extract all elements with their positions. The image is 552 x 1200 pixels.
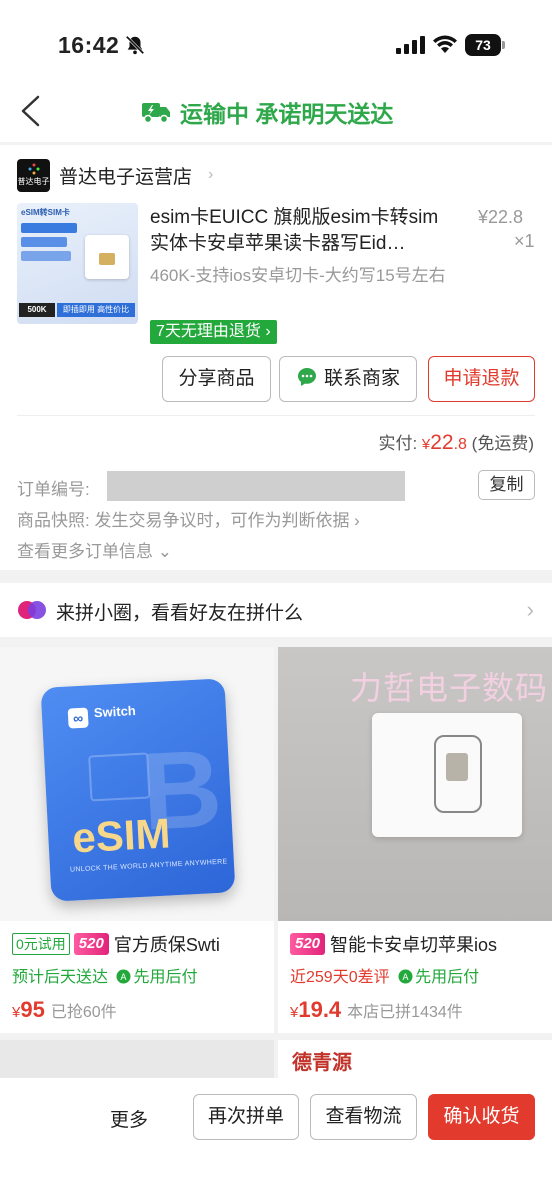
bell-muted-icon — [125, 35, 145, 55]
delivery-estimate: 预计后天送达 — [12, 969, 109, 986]
chevron-right-icon: › — [208, 166, 214, 183]
truck-icon — [142, 103, 170, 124]
recommended-product-subtitle: 预计后天送达 A 先用后付 — [12, 963, 197, 987]
sim-card-illustration — [372, 713, 522, 837]
free-trial-tag: 0元试用 — [12, 933, 70, 955]
card-main-text: eSIM — [71, 809, 172, 862]
recommended-product-title: 0元试用 520 官方质保Swti — [12, 931, 268, 957]
nav-title-text: 运输中 承诺明天送达 — [180, 101, 394, 127]
thumb-500k: 500K — [19, 303, 55, 317]
product-spec: 460K-支持ios安卓切卡-大约写15号左右 — [150, 266, 446, 285]
more-order-info-link[interactable]: 查看更多订单信息 ⌄ — [17, 537, 172, 562]
product-title[interactable]: esim卡EUICC 旗舰版esim卡转sim实体卡安卓苹果读卡器写Eid… — [150, 205, 450, 257]
battery-icon: 73 — [465, 34, 505, 56]
battery-level: 73 — [465, 34, 501, 56]
promo-520-tag: 520 — [290, 933, 326, 955]
chat-icon — [297, 368, 316, 386]
product-quantity: ×1 — [514, 231, 535, 251]
shipping-note: (免运费) — [466, 434, 534, 453]
product-price: ¥22.8 — [478, 207, 524, 227]
switch-logo-icon: ∞ — [67, 707, 89, 729]
shop-name[interactable]: 普达电子运营店 — [59, 162, 192, 189]
back-arrow-icon[interactable] — [18, 94, 44, 128]
sold-count: 已抢60件 — [50, 1004, 117, 1021]
contact-seller-button[interactable]: 联系商家 — [279, 356, 417, 402]
wifi-icon — [433, 35, 457, 53]
contact-seller-label: 联系商家 — [323, 368, 400, 389]
request-refund-button[interactable]: 申请退款 — [428, 356, 535, 402]
price-value: 19.4 — [298, 997, 342, 1022]
pay-later-text: 先用后付 — [415, 969, 480, 986]
paid-integer: 22 — [430, 431, 454, 454]
pay-later-text: 先用后付 — [133, 969, 198, 986]
rebuy-button[interactable]: 再次拼单 — [193, 1094, 299, 1140]
chevron-right-icon: › — [526, 597, 534, 622]
copy-order-number-button[interactable]: 复制 — [478, 470, 535, 500]
recommended-product-image: 力哲电子数码 — [278, 647, 552, 921]
friend-circle-icon — [18, 601, 46, 619]
friend-circle-row[interactable]: 来拼小圈，看看好友在拼什么 › — [0, 583, 552, 637]
paid-amount: 实付: ¥22.8 (免运费) — [378, 429, 534, 455]
svg-text:A: A — [121, 973, 128, 983]
brand-logo-text: 德青源 — [292, 1052, 352, 1074]
shop-logo-mark-icon — [28, 163, 40, 175]
card-brand: Switch — [93, 703, 137, 721]
thumb-tag: eSIM转SIM卡 — [21, 208, 70, 217]
pay-later-icon: A — [116, 969, 131, 984]
order-number-redacted — [107, 471, 405, 501]
status-bar: 16:42 73 — [0, 0, 552, 80]
recommended-product[interactable]: 力哲电子数码 520 智能卡安卓切苹果ios 近259天0差评 A 先用后付 ¥… — [278, 647, 552, 1033]
image-watermark: 力哲电子数码 — [350, 670, 549, 706]
shop-logo-text: 普达电子 — [17, 177, 50, 186]
confirm-receipt-button[interactable]: 确认收货 — [428, 1094, 535, 1140]
divider — [17, 415, 535, 416]
review-stat: 近259天0差评 — [290, 969, 390, 986]
shipping-status-title: 运输中 承诺明天送达 — [140, 95, 393, 129]
price-value: 95 — [20, 997, 45, 1022]
product-thumbnail[interactable]: eSIM转SIM卡 500K 即插即用 高性价比 — [17, 203, 138, 324]
paid-label: 实付: — [378, 434, 422, 453]
esim-card-illustration: B ∞ Switch eSIM UNLOCK THE WORLD ANYTIME… — [40, 678, 236, 902]
recommended-product-price: ¥19.4 本店已拼1434件 — [290, 997, 463, 1023]
recommended-product-subtitle: 近259天0差评 A 先用后付 — [290, 963, 479, 987]
view-logistics-button[interactable]: 查看物流 — [310, 1094, 417, 1140]
title-text: 官方质保Swti — [113, 935, 220, 955]
more-button[interactable]: 更多 — [110, 1105, 148, 1132]
recommended-product-title: 520 智能卡安卓切苹果ios — [290, 931, 546, 957]
order-card: 普达电子 普达电子运营店 › eSIM转SIM卡 500K 即插即用 高性价比 … — [0, 145, 552, 570]
product-snapshot-link[interactable]: 商品快照: 发生交易争议时，可作为判断依据 › — [17, 506, 360, 531]
order-number-label: 订单编号: — [17, 480, 90, 499]
title-text: 智能卡安卓切苹果ios — [330, 935, 498, 955]
return-policy-badge[interactable]: 7天无理由退货 › — [150, 320, 277, 344]
paid-currency: ¥ — [421, 436, 431, 453]
cellular-signal-icon — [396, 36, 425, 54]
paid-decimal: .8 — [453, 436, 467, 453]
recommended-product-image: B ∞ Switch eSIM UNLOCK THE WORLD ANYTIME… — [0, 647, 274, 921]
pay-later-icon: A — [398, 969, 413, 984]
bottom-action-bar: 更多 再次拼单 查看物流 确认收货 — [0, 1078, 552, 1200]
shop-logo[interactable]: 普达电子 — [17, 159, 50, 192]
recommended-product[interactable]: B ∞ Switch eSIM UNLOCK THE WORLD ANYTIME… — [0, 647, 274, 1033]
sold-count: 本店已拼1434件 — [347, 1004, 463, 1021]
nav-bar: 运输中 承诺明天送达 — [0, 80, 552, 142]
status-time: 16:42 — [58, 32, 120, 58]
recommended-product-price: ¥95 已抢60件 — [12, 997, 117, 1023]
thumb-slogan: 即插即用 高性价比 — [57, 303, 135, 317]
promo-520-tag: 520 — [73, 933, 109, 955]
svg-text:A: A — [402, 973, 409, 983]
share-product-button[interactable]: 分享商品 — [162, 356, 271, 402]
friend-circle-text: 来拼小圈，看看好友在拼什么 — [56, 603, 304, 624]
